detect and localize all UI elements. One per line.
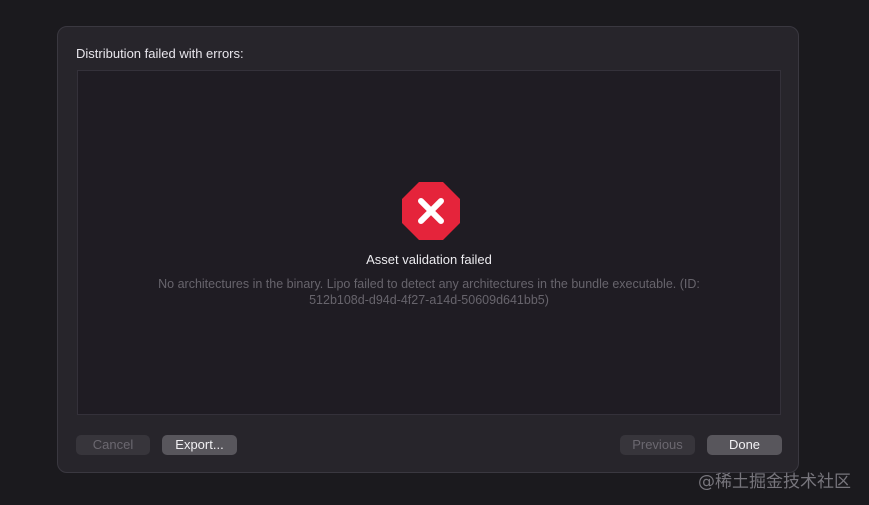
distribution-dialog: Distribution failed with errors: Asset v… <box>57 26 799 473</box>
error-detail: No architectures in the binary. Lipo fai… <box>118 276 740 308</box>
error-detail-line-2: 512b108d-d94d-4f27-a14d-50609d641bb5) <box>309 293 549 307</box>
previous-button[interactable]: Previous <box>620 435 695 455</box>
cancel-button[interactable]: Cancel <box>76 435 150 455</box>
export-button[interactable]: Export... <box>162 435 237 455</box>
dialog-title: Distribution failed with errors: <box>76 46 244 61</box>
error-title: Asset validation failed <box>366 252 492 267</box>
error-detail-line-1: No architectures in the binary. Lipo fai… <box>158 277 700 291</box>
done-button[interactable]: Done <box>707 435 782 455</box>
watermark: @稀土掘金技术社区 <box>698 472 851 492</box>
error-content-panel: Asset validation failed No architectures… <box>77 70 781 415</box>
error-octagon-icon <box>402 182 460 240</box>
